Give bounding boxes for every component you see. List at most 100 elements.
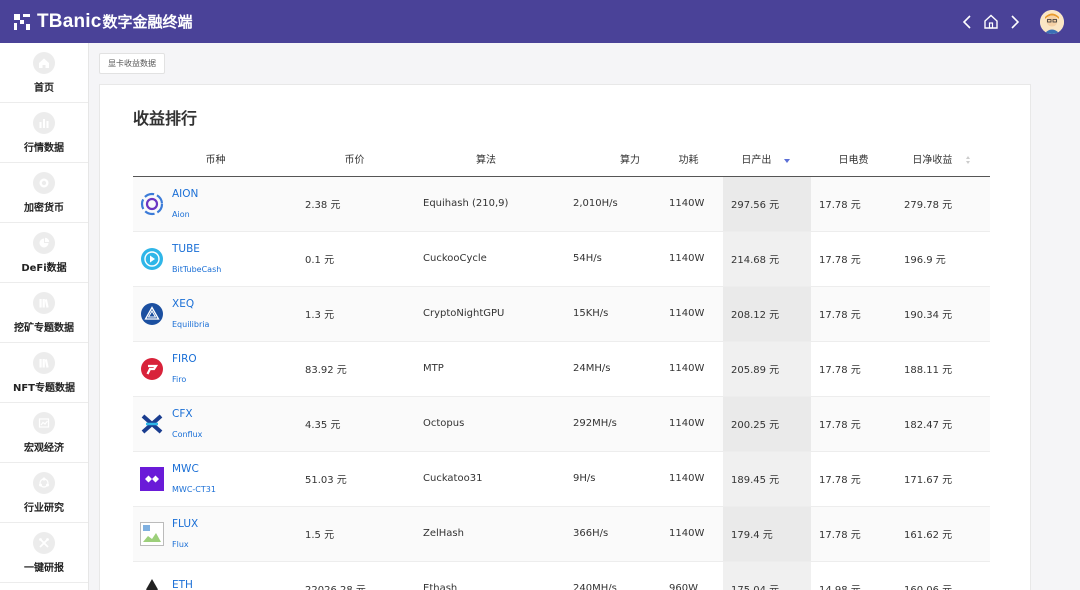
- cell-net: 160.06 元: [896, 561, 990, 590]
- coin-symbol-link[interactable]: MWC: [172, 462, 216, 476]
- sidebar-item-market[interactable]: 行情数据: [0, 103, 88, 163]
- coin-name-link[interactable]: Firo: [172, 374, 197, 385]
- cell-net: 279.78 元: [896, 176, 990, 232]
- cell-price: 51.03 元: [298, 451, 411, 507]
- column-header-price[interactable]: 币价: [298, 142, 411, 177]
- sort-desc-icon: [783, 159, 790, 164]
- table-row[interactable]: XEQ Equilibria 1.3 元 CryptoNightGPU 15KH/s 11…: [133, 286, 990, 342]
- cell-algorithm: CryptoNightGPU: [411, 286, 561, 342]
- coin-symbol-link[interactable]: ETH: [172, 578, 193, 590]
- cell-hashrate: 366H/s: [561, 506, 654, 562]
- column-header-power[interactable]: 功耗: [654, 142, 723, 177]
- avatar-icon: [1040, 9, 1064, 34]
- cell-price: 2.38 元: [298, 176, 411, 232]
- table-row[interactable]: ETH 22026.28 元Ethash240MH/s960W175.04 元14…: [133, 561, 990, 590]
- sidebar-item-mining[interactable]: 挖矿专题数据: [0, 283, 88, 343]
- forward-button[interactable]: [1004, 11, 1026, 33]
- back-button[interactable]: [956, 11, 978, 33]
- coin-symbol-link[interactable]: FLUX: [172, 517, 198, 531]
- column-header-algorithm[interactable]: 算法: [411, 142, 561, 177]
- cell-net: 171.67 元: [896, 451, 990, 507]
- chevron-left-icon: [962, 14, 971, 29]
- sidebar-item-label: 首页: [34, 82, 54, 94]
- sidebar-item-label: NFT专题数据: [12, 382, 76, 394]
- column-header-net[interactable]: 日净收益: [896, 142, 990, 177]
- books-icon: [33, 291, 55, 314]
- sidebar-item-label: 挖矿专题数据: [14, 322, 74, 334]
- sidebar-item-macro[interactable]: 宏观经济: [0, 403, 88, 463]
- cell-price: 4.35 元: [298, 396, 411, 452]
- cell-power: 1140W: [654, 286, 723, 342]
- cell-output: 200.25 元: [723, 396, 811, 452]
- cell-hashrate: 292MH/s: [561, 396, 654, 452]
- coin-symbol-link[interactable]: AION: [172, 187, 198, 201]
- breadcrumb-tab[interactable]: 显卡收益数据: [99, 53, 165, 74]
- ranking-card: 收益排行 币种 币价 算法 算力 功耗 日产出 日电费 日净收益 AION Aio…: [99, 84, 1031, 590]
- coin-name-link[interactable]: Conflux: [172, 429, 202, 440]
- brand-name: TBanic: [37, 10, 102, 32]
- sidebar-item-home[interactable]: 首页: [0, 43, 88, 103]
- coin-symbol-link[interactable]: XEQ: [172, 297, 209, 311]
- cell-net: 196.9 元: [896, 231, 990, 287]
- brand-mark-icon: [14, 13, 30, 30]
- cell-algorithm: Equihash (210,9): [411, 176, 561, 232]
- cell-net: 161.62 元: [896, 506, 990, 562]
- cell-fee: 17.78 元: [811, 176, 896, 232]
- flux-logo-icon: [140, 521, 164, 546]
- sidebar-item-label: DeFi数据: [21, 262, 67, 274]
- ranking-table: 币种 币价 算法 算力 功耗 日产出 日电费 日净收益 AION Aion 2.38…: [133, 142, 990, 590]
- sidebar-item-crypto[interactable]: 加密货币: [0, 163, 88, 223]
- brand-subtitle: 数字金融终端: [102, 13, 193, 31]
- cell-power: 960W: [654, 561, 723, 590]
- cell-coin: MWC MWC-CT31: [133, 451, 298, 507]
- sidebar-item-defi[interactable]: DeFi数据: [0, 223, 88, 283]
- brand-logo[interactable]: TBanic 数字金融终端: [14, 11, 193, 33]
- coin-symbol-link[interactable]: CFX: [172, 407, 202, 421]
- cell-fee: 17.78 元: [811, 231, 896, 287]
- cell-hashrate: 15KH/s: [561, 286, 654, 342]
- cell-algorithm: ZelHash: [411, 506, 561, 562]
- coin-name-link[interactable]: BitTubeCash: [172, 264, 221, 275]
- table-row[interactable]: AION Aion 2.38 元 Equihash (210,9) 2,010H/s 11…: [133, 176, 990, 232]
- cell-output: 208.12 元: [723, 286, 811, 342]
- coin-icon: [33, 171, 55, 194]
- sidebar-item-nft[interactable]: NFT专题数据: [0, 343, 88, 403]
- cell-price: 83.92 元: [298, 341, 411, 397]
- books-icon: [33, 351, 55, 374]
- column-header-coin[interactable]: 币种: [133, 142, 298, 177]
- cell-output: 189.45 元: [723, 451, 811, 507]
- table-row[interactable]: CFX Conflux 4.35 元 Octopus 292MH/s 1140W 200.2…: [133, 396, 990, 452]
- sidebar-item-label: 加密货币: [24, 202, 64, 214]
- cell-algorithm: Octopus: [411, 396, 561, 452]
- column-header-fee[interactable]: 日电费: [811, 142, 896, 177]
- cell-net: 188.11 元: [896, 341, 990, 397]
- sidebar-item-label: 行情数据: [24, 142, 64, 154]
- cell-output: 175.04 元: [723, 561, 811, 590]
- column-header-output[interactable]: 日产出: [723, 142, 811, 177]
- sidebar: 首页 行情数据 加密货币 DeFi数据 挖矿专题数据 NFT专题数据 宏观经济 …: [0, 43, 89, 590]
- coin-symbol-link[interactable]: TUBE: [172, 242, 221, 256]
- user-avatar[interactable]: [1040, 9, 1064, 34]
- home-icon: [33, 51, 55, 74]
- column-header-hashrate[interactable]: 算力: [561, 142, 654, 177]
- table-row[interactable]: MWC MWC-CT31 51.03 元 Cuckatoo31 9H/s 1140W 189…: [133, 451, 990, 507]
- coin-name-link[interactable]: MWC-CT31: [172, 484, 216, 495]
- coin-name-link[interactable]: Equilibria: [172, 319, 209, 330]
- coin-name-link[interactable]: Aion: [172, 209, 198, 220]
- table-row[interactable]: TUBE BitTubeCash 0.1 元 CuckooCycle 54H/s 1140…: [133, 231, 990, 287]
- cell-algorithm: MTP: [411, 341, 561, 397]
- sidebar-item-report[interactable]: 一键研报: [0, 523, 88, 583]
- cell-power: 1140W: [654, 231, 723, 287]
- table-row[interactable]: FIRO Firo 83.92 元 MTP 24MH/s 1140W 205.89 元 17.…: [133, 341, 990, 397]
- sort-both-icon: [965, 156, 970, 165]
- coin-symbol-link[interactable]: FIRO: [172, 352, 197, 366]
- sidebar-item-research[interactable]: 行业研究: [0, 463, 88, 523]
- bar-chart-icon: [33, 111, 55, 134]
- cell-fee: 17.78 元: [811, 396, 896, 452]
- firo-logo-icon: [140, 357, 164, 381]
- home-button[interactable]: [980, 11, 1002, 33]
- cell-price: 22026.28 元: [298, 561, 411, 590]
- coin-name-link[interactable]: Flux: [172, 539, 198, 550]
- table-row[interactable]: FLUX Flux 1.5 元 ZelHash 366H/s 1140W 179.4 元 17…: [133, 506, 990, 562]
- cell-power: 1140W: [654, 176, 723, 232]
